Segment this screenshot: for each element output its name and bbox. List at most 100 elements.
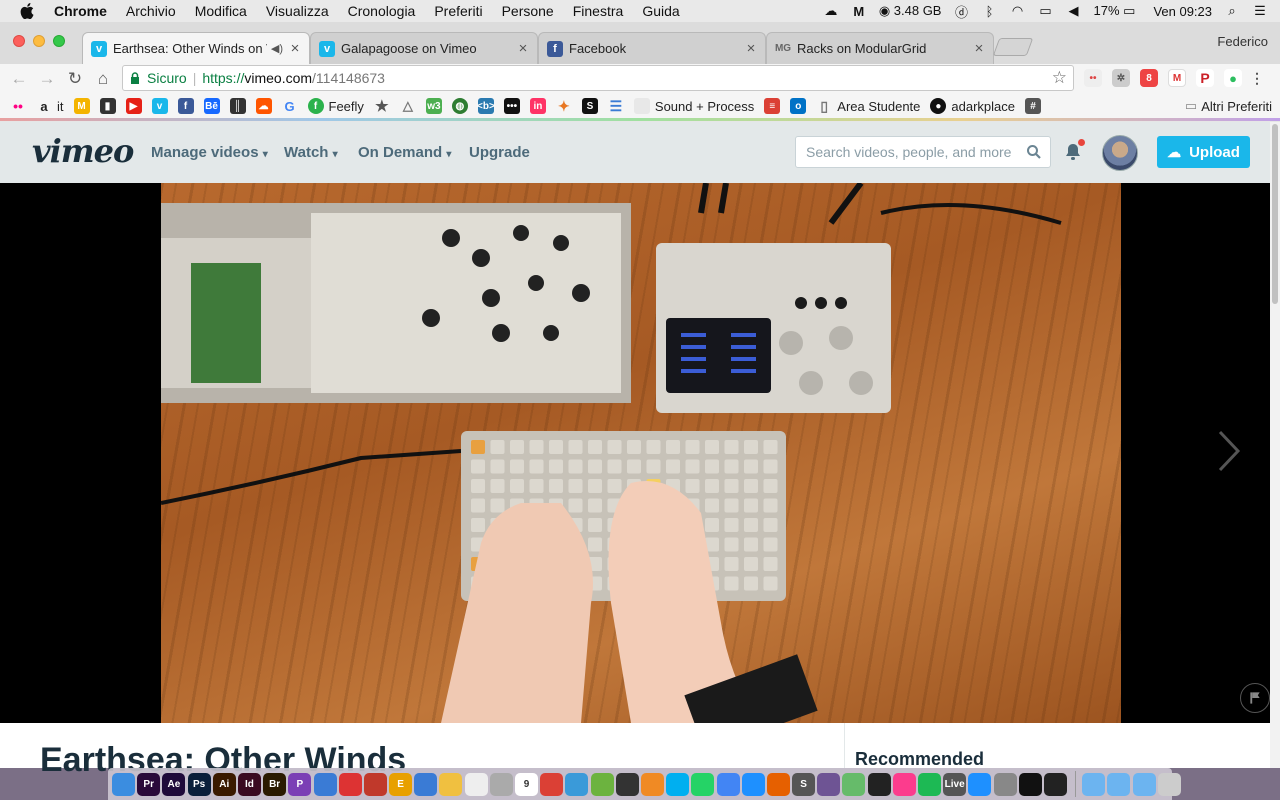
flag-button[interactable] [1240,683,1270,713]
after-effects-icon[interactable]: Ae [162,772,186,796]
illustrator-icon[interactable]: Ai [212,772,236,796]
volume-icon[interactable]: ◀ [1065,3,1081,18]
nav-watch[interactable]: Watch ▾ [284,144,338,161]
chrome-menu-icon[interactable]: ⋮ [1250,69,1264,87]
folder-icon[interactable] [1132,772,1156,796]
photos-icon[interactable] [439,772,463,796]
zoom-window-button[interactable] [53,35,65,47]
bookmark-filter[interactable]: ☰ [608,98,624,114]
close-window-button[interactable] [13,35,25,47]
close-tab-icon[interactable]: × [971,40,987,57]
bookmark-triangle[interactable]: △ [400,98,416,114]
next-video-arrow-icon[interactable] [1214,428,1244,474]
notes-icon[interactable] [464,772,488,796]
gmail-extension-icon[interactable]: M [1168,69,1186,87]
menu-guida[interactable]: Guida [642,3,679,19]
bookmark-google[interactable]: G [282,98,298,114]
photoshop-icon[interactable]: Ps [187,772,211,796]
bookmark-star[interactable]: ★ [374,98,390,115]
atom-icon[interactable] [842,772,866,796]
trash-icon[interactable] [1157,772,1181,796]
menu-modifica[interactable]: Modifica [195,3,247,19]
indesign-icon[interactable]: Id [237,772,261,796]
system-preferences-icon[interactable] [993,772,1017,796]
notification-center-icon[interactable]: ☰ [1252,3,1268,18]
nav-manage-videos[interactable]: Manage videos ▾ [151,144,268,161]
upload-button[interactable]: ☁ Upload [1157,136,1250,168]
vlc-icon[interactable] [640,772,664,796]
terminal-icon[interactable] [1018,772,1042,796]
translate-extension-icon[interactable]: •• [1084,69,1102,87]
bookmark-piano[interactable]: ▮ [99,98,116,114]
scrollbar-thumb[interactable] [1272,124,1278,304]
skype-icon[interactable] [666,772,690,796]
finder-icon[interactable] [112,772,135,796]
bookmark-sound-process[interactable]: Sound + Process [633,98,754,114]
user-avatar[interactable] [1102,135,1138,171]
profile-name[interactable]: Federico [1217,34,1268,49]
bluetooth-icon[interactable]: ᛒ [981,4,997,19]
clock[interactable]: Ven 09:23 [1153,4,1212,19]
bookmark-vimeo[interactable]: v [151,98,168,114]
bookmark-m[interactable]: M [73,98,90,114]
e-icon[interactable]: E [389,772,413,796]
bookmark-hash[interactable]: # [1025,98,1042,114]
bookmark-amazon[interactable]: a it [36,98,63,114]
d-tray-icon[interactable]: ⓓ [953,4,969,20]
page-scrollbar[interactable] [1270,122,1280,768]
bookmark-behance[interactable]: Bē [203,98,220,114]
chrome-icon[interactable] [716,772,740,796]
bookmark-bars[interactable]: ║ [229,98,246,114]
spotlight-search-icon[interactable]: ⌕ [1224,3,1240,18]
menu-cronologia[interactable]: Cronologia [348,3,416,19]
video-player[interactable] [0,183,1270,723]
whatsapp-icon[interactable] [691,772,715,796]
bookmark-w3[interactable]: w3 [425,98,442,114]
audio-playing-icon[interactable]: ◀) [271,42,283,55]
video-frame[interactable] [161,183,1121,723]
apple-logo-icon[interactable] [20,3,34,19]
bookmark-fox[interactable]: ✦ [556,98,572,114]
folder-icon[interactable] [1082,772,1106,796]
home-button[interactable]: ⌂ [92,68,114,90]
nav-upgrade[interactable]: Upgrade [469,144,530,161]
live-icon[interactable]: Live [943,772,967,796]
autocad-icon[interactable] [363,772,387,796]
premiere-icon[interactable]: Pr [137,772,161,796]
p-icon[interactable]: P [288,772,312,796]
firefox-icon[interactable] [766,772,790,796]
menu-archivio[interactable]: Archivio [126,3,176,19]
bookmark-adarkplace[interactable]: ● adarkplace [930,98,1015,114]
sketchup-icon[interactable] [338,772,362,796]
todoist-icon[interactable] [540,772,564,796]
tab-earthsea[interactable]: v Earthsea: Other Winds on V ◀) × [82,32,310,64]
memory-usage[interactable]: ◉ 3.48 GB [879,3,942,19]
spotify-icon[interactable] [918,772,941,796]
menu-finestra[interactable]: Finestra [573,3,624,19]
bookmark-globe[interactable]: ◍ [451,98,468,114]
itunes-icon[interactable] [892,772,916,796]
safari-icon[interactable] [741,772,765,796]
bird-icon[interactable] [414,772,438,796]
menu-persone[interactable]: Persone [502,3,554,19]
menu-preferiti[interactable]: Preferiti [434,3,482,19]
search-icon[interactable] [1026,144,1042,160]
tab-modulargrid[interactable]: MG Racks on ModularGrid × [766,32,994,64]
cloud-icon[interactable] [565,772,589,796]
cursor-icon[interactable] [615,772,639,796]
bookmark-s[interactable]: S [581,98,598,114]
beats-icon[interactable] [867,772,891,796]
close-tab-icon[interactable]: × [743,40,759,57]
bookmark-code[interactable]: <b> [477,98,495,114]
utorrent-icon[interactable] [590,772,614,796]
bookmark-dots[interactable]: ••• [503,98,520,114]
tab-galapagoose[interactable]: v Galapagoose on Vimeo × [310,32,538,64]
bookmark-feedly[interactable]: f Feefly [307,98,364,114]
counter-extension-icon[interactable]: 8 [1140,69,1158,87]
calendar-icon[interactable]: 9 [515,772,538,796]
menu-app-name[interactable]: Chrome [54,3,107,19]
forward-button[interactable]: → [36,68,58,90]
bridge-icon[interactable]: Br [263,772,287,796]
bookmark-youtube[interactable]: ▶ [125,98,142,114]
bookmark-flickr[interactable]: •• [10,98,26,114]
